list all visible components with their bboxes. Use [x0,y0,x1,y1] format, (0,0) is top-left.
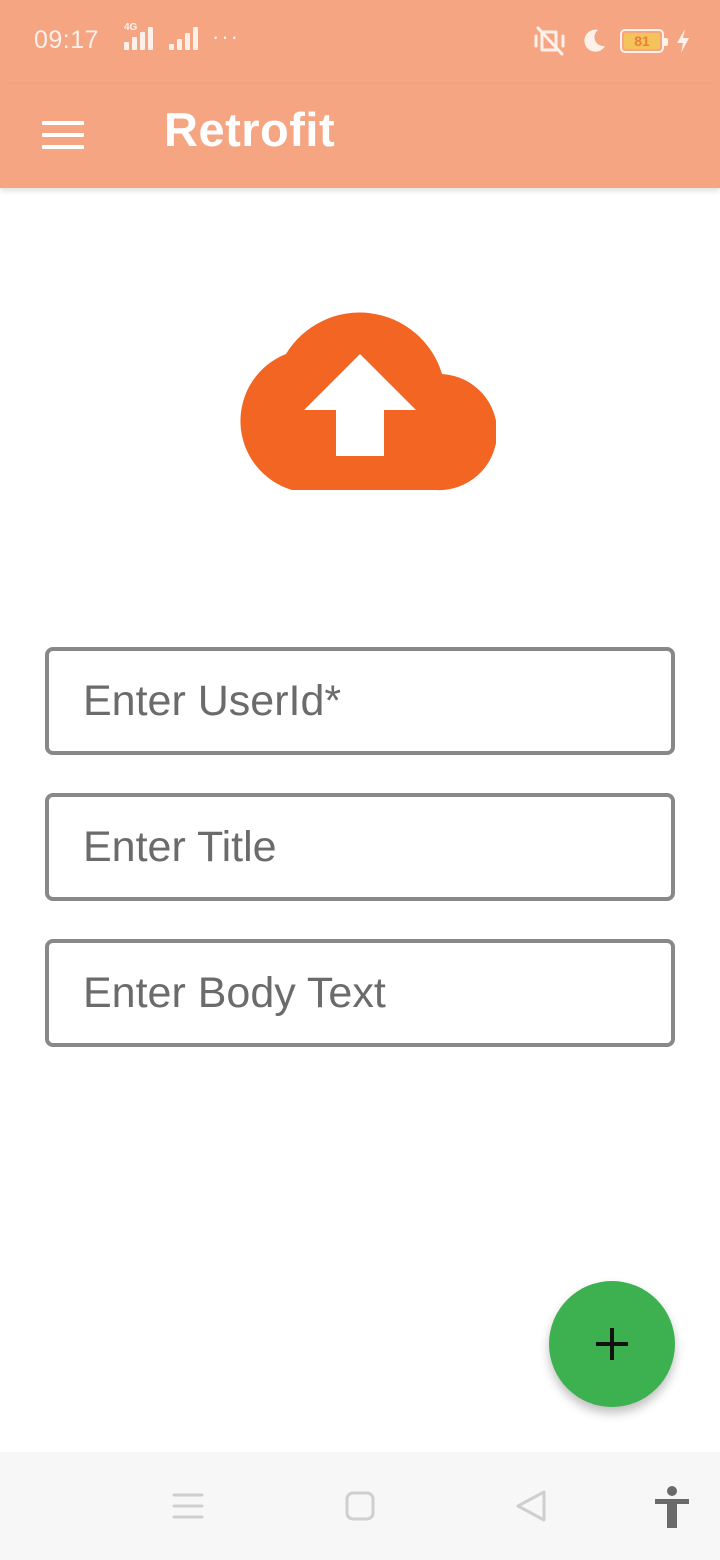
navigation-bar [0,1452,720,1560]
recents-icon[interactable] [172,1492,204,1520]
body-field[interactable] [45,939,675,1047]
title-input[interactable] [49,797,671,897]
add-button[interactable] [549,1281,675,1407]
charging-icon [677,29,689,53]
body-input[interactable] [49,943,671,1043]
back-icon[interactable] [514,1488,548,1524]
battery-level: 81 [624,33,660,49]
signal-icon [124,26,153,50]
vibrate-icon [534,26,565,56]
accessibility-icon[interactable] [652,1486,692,1530]
cloud-upload-icon [240,312,496,491]
app-title: Retrofit [164,103,336,156]
hamburger-menu-icon[interactable] [40,112,86,158]
status-bar: 09:17 4G ··· 81 [0,0,720,84]
battery-icon: 81 [620,29,668,53]
status-time: 09:17 [34,26,100,54]
home-icon[interactable] [344,1490,376,1522]
signal-icon [169,26,198,50]
app-bar: Retrofit [0,84,720,188]
user-id-input[interactable] [49,651,671,751]
signal-group [118,26,198,50]
moon-icon [584,29,605,52]
user-id-field[interactable] [45,647,675,755]
status-right-group: 81 [532,26,690,56]
more-icon: ··· [212,24,240,49]
title-field[interactable] [45,793,675,901]
